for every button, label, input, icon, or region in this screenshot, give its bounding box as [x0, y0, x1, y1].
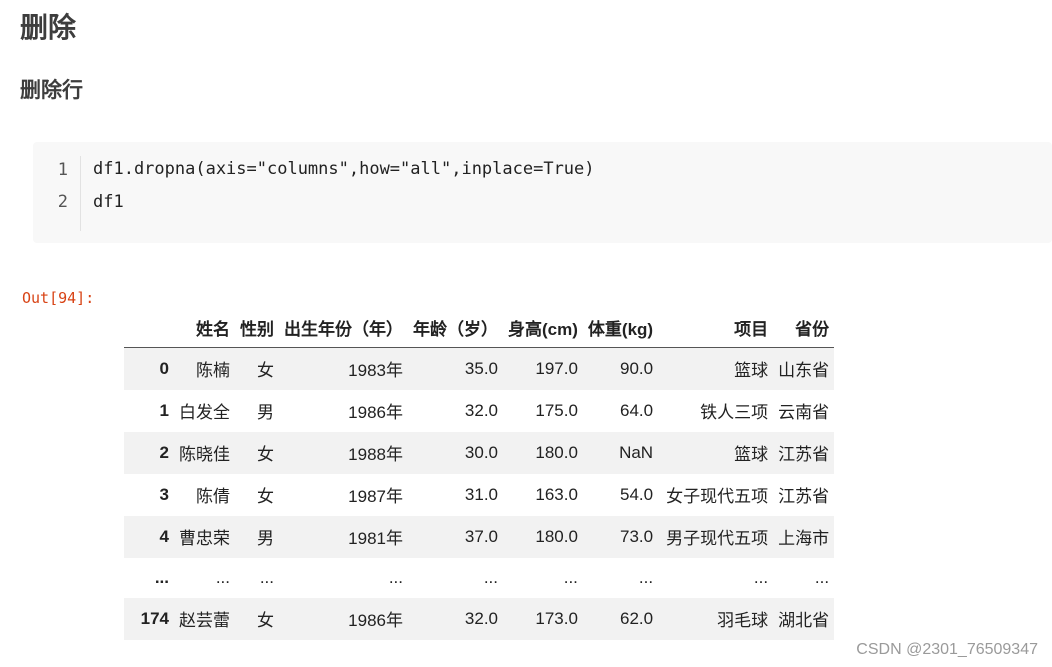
- table-row: 4 曹忠荣 男 1981年 37.0 180.0 73.0 男子现代五项 上海市: [124, 515, 835, 558]
- dataframe-table: 姓名 性别 出生年份（年） 年龄（岁） 身高(cm) 体重(kg) 项目 省份 …: [124, 308, 835, 640]
- row-index: 1: [159, 400, 169, 420]
- cell: 江苏省: [778, 487, 830, 506]
- cell: 62.0: [619, 608, 654, 628]
- cell: ...: [563, 567, 578, 587]
- subsection-heading: 删除行: [20, 78, 83, 102]
- cell: 175.0: [535, 400, 578, 420]
- cell: 173.0: [535, 608, 578, 628]
- cell: 180.0: [535, 526, 578, 546]
- column-header: 年龄（岁）: [408, 308, 503, 348]
- column-header: 身高(cm): [503, 308, 583, 348]
- cell: 白发全: [179, 403, 230, 422]
- cell: 女: [257, 445, 274, 464]
- cell: 女: [257, 361, 274, 381]
- line-number-gutter: 1 2: [33, 156, 81, 231]
- cell: 1988年: [348, 445, 403, 464]
- table-row: 174 赵芸蕾 女 1986年 32.0 173.0 62.0 羽毛球 湖北省: [124, 597, 835, 640]
- cell: 曹忠荣: [179, 529, 230, 548]
- row-index: 3: [159, 484, 169, 504]
- cell: 37.0: [464, 526, 498, 546]
- cell: 云南省: [778, 403, 830, 422]
- cell: 32.0: [464, 608, 498, 628]
- row-index: 4: [159, 526, 169, 546]
- cell: 163.0: [535, 484, 578, 504]
- row-index: 0: [159, 358, 169, 378]
- row-index: 2: [159, 442, 169, 462]
- table-header-row: 姓名 性别 出生年份（年） 年龄（岁） 身高(cm) 体重(kg) 项目 省份: [124, 308, 835, 348]
- row-index: ...: [154, 567, 169, 587]
- cell: 1981年: [348, 529, 403, 548]
- cell: 32.0: [464, 400, 498, 420]
- cell: ...: [753, 567, 769, 587]
- section-heading: 删除: [20, 11, 77, 44]
- cell: ...: [638, 567, 654, 587]
- cell: 1983年: [348, 361, 403, 381]
- cell: 女: [257, 487, 274, 506]
- cell: 男: [257, 529, 274, 548]
- code-line: df1.dropna(axis="columns",how="all",inpl…: [93, 159, 595, 179]
- table-row: 0 陈楠 女 1983年 35.0 197.0 90.0 篮球 山东省: [124, 347, 835, 390]
- cell: ...: [388, 567, 403, 587]
- table-row-ellipsis: ... ... ... ... ... ... ... ... ...: [124, 558, 834, 598]
- cell: 赵芸蕾: [179, 611, 230, 630]
- cell: 湖北省: [778, 611, 830, 630]
- cell: 江苏省: [778, 445, 830, 464]
- cell: 35.0: [464, 358, 498, 378]
- column-header: 省份: [773, 308, 835, 348]
- row-index: 174: [140, 608, 169, 628]
- cell: 陈倩: [196, 487, 230, 506]
- line-number: 2: [57, 192, 68, 212]
- table-row: 1 白发全 男 1986年 32.0 175.0 64.0 铁人三项 云南省: [124, 390, 834, 432]
- column-header: 体重(kg): [582, 308, 659, 348]
- output-prompt: Out[94]:: [22, 289, 95, 307]
- cell: 1987年: [348, 487, 403, 506]
- cell: 30.0: [464, 442, 498, 462]
- cell: 铁人三项: [700, 403, 769, 422]
- cell: 31.0: [464, 484, 498, 504]
- cell: 篮球: [734, 445, 769, 464]
- cell: 陈晓佳: [179, 445, 230, 464]
- cell: 180.0: [535, 442, 578, 462]
- cell: 山东省: [778, 361, 830, 381]
- cell: 73.0: [619, 526, 654, 546]
- cell: 篮球: [734, 361, 769, 381]
- watermark: CSDN @2301_76509347: [856, 641, 1038, 658]
- cell: 1986年: [348, 403, 403, 422]
- table-row: 2 陈晓佳 女 1988年 30.0 180.0 NaN 篮球 江苏省: [124, 431, 835, 474]
- code-line: df1: [93, 192, 124, 212]
- cell: 90.0: [619, 358, 654, 378]
- cell: 女: [257, 611, 274, 630]
- cell: 羽毛球: [717, 611, 769, 630]
- cell: ...: [814, 567, 830, 587]
- cell: ...: [215, 567, 230, 587]
- column-header: 性别: [235, 308, 279, 348]
- column-header: 项目: [658, 308, 774, 348]
- cell: 54.0: [619, 484, 654, 504]
- cell: ...: [483, 567, 498, 587]
- cell: 64.0: [619, 400, 654, 420]
- code-block[interactable]: 1 2 df1.dropna(axis="columns",how="all",…: [33, 142, 1052, 243]
- cell: 197.0: [535, 358, 578, 378]
- index-header: [124, 308, 174, 348]
- cell: 1986年: [348, 611, 403, 630]
- cell: ...: [259, 567, 274, 587]
- cell: 上海市: [778, 529, 830, 548]
- line-number: 1: [57, 160, 68, 180]
- cell: 陈楠: [196, 361, 230, 381]
- cell: 女子现代五项: [666, 487, 769, 506]
- cell: 男子现代五项: [666, 529, 769, 548]
- column-header: 姓名: [174, 308, 235, 348]
- column-header: 出生年份（年）: [279, 308, 408, 348]
- cell: NaN: [619, 442, 654, 462]
- table-row: 3 陈倩 女 1987年 31.0 163.0 54.0 女子现代五项 江苏省: [124, 474, 834, 516]
- cell: 男: [257, 403, 274, 422]
